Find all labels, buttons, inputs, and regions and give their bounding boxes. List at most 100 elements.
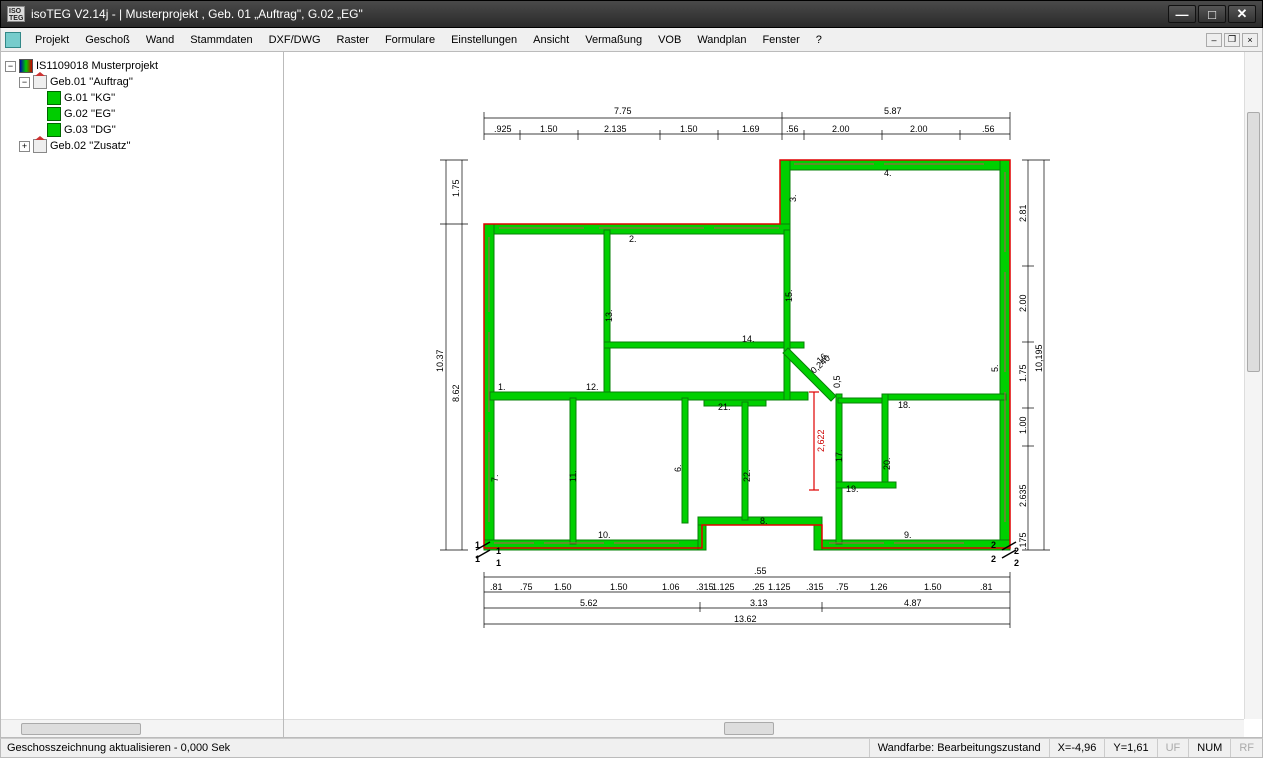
svg-text:.25: .25 — [752, 582, 765, 592]
svg-text:.81: .81 — [980, 582, 993, 592]
svg-text:2.81: 2.81 — [1018, 204, 1028, 222]
svg-text:2: 2 — [991, 540, 996, 550]
status-num: NUM — [1188, 739, 1230, 757]
status-y: Y=1,61 — [1104, 739, 1156, 757]
menu-vob[interactable]: VOB — [650, 31, 689, 49]
svg-text:1.50: 1.50 — [680, 124, 698, 134]
svg-text:1: 1 — [496, 558, 501, 568]
maximize-button[interactable]: □ — [1198, 5, 1226, 23]
menu-help[interactable]: ? — [808, 31, 830, 49]
svg-text:7.75: 7.75 — [614, 106, 632, 116]
tree-building-2[interactable]: + Geb.02 ''Zusatz'' — [5, 138, 279, 154]
menu-geschoss[interactable]: Geschoß — [77, 31, 138, 49]
menu-fenster[interactable]: Fenster — [754, 31, 807, 49]
svg-text:1: 1 — [496, 546, 501, 556]
svg-text:1.50: 1.50 — [924, 582, 942, 592]
tree-floor-eg[interactable]: G.02 ''EG'' — [5, 106, 279, 122]
window-title: isoTEG V2.14j - | Musterprojekt , Geb. 0… — [31, 7, 1168, 21]
svg-text:15.: 15. — [784, 289, 794, 302]
svg-text:17.: 17. — [834, 449, 844, 462]
svg-text:2: 2 — [1014, 558, 1019, 568]
svg-text:1.00: 1.00 — [1018, 416, 1028, 434]
menu-einstellungen[interactable]: Einstellungen — [443, 31, 525, 49]
mdi-min-button[interactable]: – — [1206, 33, 1222, 47]
svg-text:1.26: 1.26 — [870, 582, 888, 592]
mdi-close-button[interactable]: × — [1242, 33, 1258, 47]
svg-text:1.125: 1.125 — [712, 582, 735, 592]
svg-text:12.: 12. — [586, 382, 599, 392]
minimize-button[interactable]: — — [1168, 5, 1196, 23]
house-icon — [33, 75, 47, 89]
svg-text:20.: 20. — [882, 457, 892, 470]
house-icon — [33, 139, 47, 153]
svg-text:4.: 4. — [884, 168, 892, 178]
menu-wand[interactable]: Wand — [138, 31, 182, 49]
tree-b2-label: Geb.02 ''Zusatz'' — [50, 140, 131, 152]
menu-ansicht[interactable]: Ansicht — [525, 31, 577, 49]
menu-stammdaten[interactable]: Stammdaten — [182, 31, 260, 49]
svg-text:1.06: 1.06 — [662, 582, 680, 592]
status-message: Geschosszeichnung aktualisieren - 0,000 … — [1, 742, 869, 754]
main-area: − IS1109018 Musterprojekt − Geb.01 ''Auf… — [0, 52, 1263, 738]
svg-text:.81: .81 — [490, 582, 503, 592]
svg-text:1.50: 1.50 — [540, 124, 558, 134]
canvas-hscrollbar[interactable] — [284, 719, 1244, 737]
tree-building-1[interactable]: − Geb.01 ''Auftrag'' — [5, 74, 279, 90]
svg-text:.56: .56 — [786, 124, 799, 134]
menu-vermassung[interactable]: Vermaßung — [577, 31, 650, 49]
menu-formulare[interactable]: Formulare — [377, 31, 443, 49]
svg-text:5.62: 5.62 — [580, 598, 598, 608]
svg-text:1: 1 — [475, 554, 480, 564]
status-rf: RF — [1230, 739, 1262, 757]
svg-text:5.87: 5.87 — [884, 106, 902, 116]
svg-text:2,622: 2,622 — [816, 429, 826, 452]
svg-text:3.13: 3.13 — [750, 598, 768, 608]
collapse-icon[interactable]: − — [5, 61, 16, 72]
status-wandfarbe: Wandfarbe: Bearbeitungszustand — [869, 739, 1049, 757]
svg-text:.925: .925 — [494, 124, 512, 134]
collapse-icon[interactable]: − — [19, 77, 30, 88]
svg-text:11.: 11. — [568, 470, 578, 482]
svg-text:2.135: 2.135 — [604, 124, 627, 134]
svg-text:8.: 8. — [760, 516, 768, 526]
tree-hscrollbar[interactable] — [1, 719, 283, 737]
svg-text:10.37: 10.37 — [435, 349, 445, 372]
doc-icon — [5, 32, 21, 48]
tree-panel: − IS1109018 Musterprojekt − Geb.01 ''Auf… — [1, 52, 284, 737]
project-tree[interactable]: − IS1109018 Musterprojekt − Geb.01 ''Auf… — [1, 52, 283, 719]
menu-wandplan[interactable]: Wandplan — [689, 31, 754, 49]
tree-floor-kg[interactable]: G.01 ''KG'' — [5, 90, 279, 106]
svg-text:21.: 21. — [718, 402, 731, 412]
menu-raster[interactable]: Raster — [329, 31, 377, 49]
svg-text:9.: 9. — [904, 530, 912, 540]
svg-text:.56: .56 — [982, 124, 995, 134]
statusbar: Geschosszeichnung aktualisieren - 0,000 … — [0, 738, 1263, 758]
tree-floor-dg[interactable]: G.03 ''DG'' — [5, 122, 279, 138]
menubar: Projekt Geschoß Wand Stammdaten DXF/DWG … — [0, 28, 1263, 52]
app-icon: ISOTEG — [7, 6, 25, 22]
svg-text:6.: 6. — [673, 464, 683, 472]
svg-text:2: 2 — [1014, 546, 1019, 556]
menu-dxfdwg[interactable]: DXF/DWG — [261, 31, 329, 49]
svg-text:2: 2 — [991, 554, 996, 564]
drawing-canvas[interactable]: 7.75 5.87 .925 1.50 2.135 1.50 1.69 .56 … — [284, 52, 1262, 737]
expand-icon[interactable]: + — [19, 141, 30, 152]
svg-text:22.: 22. — [742, 469, 752, 482]
svg-text:19.: 19. — [846, 484, 859, 494]
menu-projekt[interactable]: Projekt — [27, 31, 77, 49]
floor-plan-svg: 7.75 5.87 .925 1.50 2.135 1.50 1.69 .56 … — [284, 52, 1244, 737]
svg-text:2.: 2. — [629, 234, 637, 244]
svg-text:0,5: 0,5 — [832, 375, 842, 388]
status-x: X=-4,96 — [1049, 739, 1105, 757]
svg-text:3.: 3. — [788, 194, 798, 202]
project-icon — [19, 59, 33, 73]
svg-text:14.: 14. — [742, 334, 755, 344]
canvas-vscrollbar[interactable] — [1244, 52, 1262, 719]
svg-text:4.87: 4.87 — [904, 598, 922, 608]
svg-text:.75: .75 — [520, 582, 533, 592]
tree-root[interactable]: − IS1109018 Musterprojekt — [5, 58, 279, 74]
mdi-restore-button[interactable]: ❐ — [1224, 33, 1240, 47]
close-button[interactable]: ✕ — [1228, 5, 1256, 23]
svg-text:1.69: 1.69 — [742, 124, 760, 134]
svg-text:10,195: 10,195 — [1034, 344, 1044, 372]
